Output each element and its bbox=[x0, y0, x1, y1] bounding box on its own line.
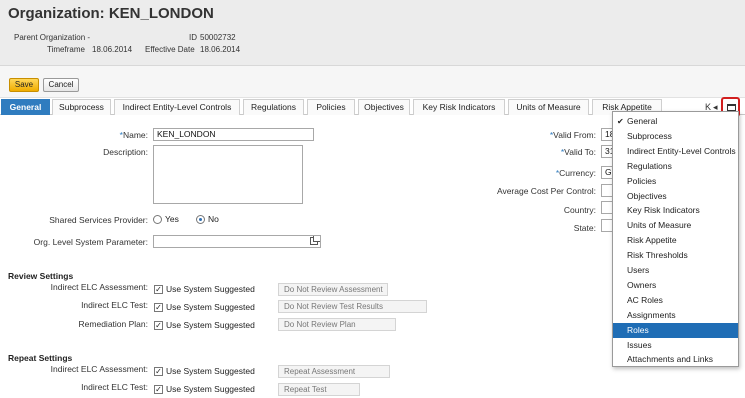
tab-policies[interactable]: Policies bbox=[307, 99, 355, 115]
tab-overflow-icon bbox=[727, 104, 736, 111]
menu-item-label: Users bbox=[627, 265, 650, 275]
remediation-plan-label: Remediation Plan: bbox=[78, 319, 148, 329]
tab-general[interactable]: General bbox=[1, 99, 50, 115]
check-icon: ✔ bbox=[617, 117, 624, 126]
menu-item-label: AC Roles bbox=[627, 294, 663, 305]
effective-date-value: 18.06.2014 bbox=[200, 45, 241, 54]
use-system-suggested-label: Use System Suggested bbox=[166, 284, 255, 294]
repeat-elc-assessment-value: Repeat Assessment bbox=[278, 365, 390, 378]
name-input[interactable]: KEN_LONDON bbox=[153, 128, 314, 141]
use-system-suggested-label: Use System Suggested bbox=[166, 320, 255, 330]
menu-item-label: Assignments bbox=[627, 309, 676, 320]
menu-item-label: Issues bbox=[627, 339, 652, 350]
menu-item-objectives[interactable]: Objectives bbox=[613, 189, 738, 204]
valid-to-label: *Valid To: bbox=[560, 147, 596, 157]
toolbar bbox=[0, 66, 745, 98]
org-level-input[interactable] bbox=[153, 235, 321, 248]
menu-item-policies[interactable]: Policies bbox=[613, 174, 738, 189]
menu-item-assignments[interactable]: Assignments bbox=[613, 308, 738, 323]
menu-item-risk-appetite[interactable]: Risk Appetite bbox=[613, 233, 738, 248]
tab-indirect-entity-level-controls[interactable]: Indirect Entity-Level Controls bbox=[114, 99, 240, 115]
effective-date-label: Effective Date bbox=[145, 45, 195, 54]
name-label: *Name: bbox=[119, 130, 148, 140]
tab-key-risk-indicators[interactable]: Key Risk Indicators bbox=[413, 99, 505, 115]
review-settings-title: Review Settings bbox=[8, 271, 74, 281]
tab-regulations[interactable]: Regulations bbox=[243, 99, 304, 115]
repeat-settings-title: Repeat Settings bbox=[8, 353, 73, 363]
use-system-suggested-label: Use System Suggested bbox=[166, 384, 255, 394]
currency-label: *Currency: bbox=[555, 168, 596, 178]
repeat-elc-assessment-checkbox[interactable]: ✓ bbox=[154, 367, 163, 376]
repeat-elc-assessment-label: Indirect ELC Assessment: bbox=[50, 364, 148, 374]
shared-services-no-radio[interactable] bbox=[196, 215, 205, 224]
no-label: No bbox=[208, 214, 219, 224]
shared-services-yes-radio[interactable] bbox=[153, 215, 162, 224]
yes-label: Yes bbox=[165, 214, 179, 224]
tab-objectives[interactable]: Objectives bbox=[358, 99, 410, 115]
menu-item-subprocess[interactable]: Subprocess bbox=[613, 129, 738, 144]
menu-item-units-of-measure[interactable]: Units of Measure bbox=[613, 218, 738, 233]
menu-item-label: Risk Thresholds bbox=[627, 250, 688, 261]
cancel-button[interactable]: Cancel bbox=[43, 78, 79, 92]
timeframe-label: Timeframe bbox=[47, 45, 85, 54]
description-label: Description: bbox=[103, 147, 148, 157]
id-label: ID bbox=[189, 33, 197, 42]
menu-item-attachments-and-links[interactable]: Attachments and Links bbox=[613, 352, 738, 367]
avg-cost-label: Average Cost Per Control: bbox=[496, 186, 596, 196]
menu-item-general[interactable]: ✔ General bbox=[613, 114, 738, 129]
tab-units-of-measure[interactable]: Units of Measure bbox=[508, 99, 589, 115]
menu-item-label: General bbox=[627, 116, 658, 126]
description-textarea[interactable] bbox=[153, 145, 303, 204]
review-elc-test-value: Do Not Review Test Results bbox=[278, 300, 427, 313]
menu-item-label: Indirect Entity-Level Controls bbox=[627, 145, 736, 156]
review-elc-test-checkbox[interactable]: ✓ bbox=[154, 303, 163, 312]
tab-subprocess[interactable]: Subprocess bbox=[52, 99, 111, 115]
menu-item-label: Roles bbox=[627, 324, 649, 335]
review-elc-assessment-label: Indirect ELC Assessment: bbox=[50, 282, 148, 292]
tab-overflow-menu: ✔ General Subprocess Indirect Entity-Level … bbox=[612, 111, 739, 367]
repeat-elc-test-value: Repeat Test bbox=[278, 383, 360, 396]
menu-item-roles[interactable]: Roles bbox=[613, 322, 738, 338]
menu-item-label: Attachments and Links bbox=[627, 354, 713, 365]
use-system-suggested-label: Use System Suggested bbox=[166, 302, 255, 312]
country-label: Country: bbox=[563, 205, 596, 215]
repeat-elc-test-checkbox[interactable]: ✓ bbox=[154, 385, 163, 394]
review-elc-assessment-value: Do Not Review Assessment bbox=[278, 283, 388, 296]
state-label: State: bbox=[573, 223, 596, 233]
timeframe-value: 18.06.2014 bbox=[92, 45, 133, 54]
menu-item-regulations[interactable]: Regulations bbox=[613, 159, 738, 174]
org-level-label: Org. Level System Parameter: bbox=[33, 237, 148, 247]
menu-item-issues[interactable]: Issues bbox=[613, 338, 738, 353]
menu-item-users[interactable]: Users bbox=[613, 263, 738, 278]
menu-item-indirect-entity-level-controls[interactable]: Indirect Entity-Level Controls bbox=[613, 144, 738, 159]
review-elc-test-label: Indirect ELC Test: bbox=[81, 300, 148, 310]
review-elc-assessment-checkbox[interactable]: ✓ bbox=[154, 285, 163, 294]
menu-item-owners[interactable]: Owners bbox=[613, 278, 738, 293]
remediation-plan-checkbox[interactable]: ✓ bbox=[154, 321, 163, 330]
menu-item-label: Policies bbox=[627, 175, 657, 186]
repeat-elc-test-label: Indirect ELC Test: bbox=[81, 382, 148, 392]
use-system-suggested-label: Use System Suggested bbox=[166, 366, 255, 376]
menu-item-label: Key Risk Indicators bbox=[627, 205, 700, 216]
menu-item-label: Regulations bbox=[627, 160, 672, 171]
menu-item-label: Subprocess bbox=[627, 130, 672, 141]
value-help-icon[interactable] bbox=[310, 236, 320, 245]
valid-from-label: *Valid From: bbox=[549, 130, 596, 140]
page-title: Organization: KEN_LONDON bbox=[8, 5, 214, 22]
menu-item-label: Risk Appetite bbox=[627, 235, 677, 246]
remediation-plan-value: Do Not Review Plan bbox=[278, 318, 396, 331]
menu-item-ac-roles[interactable]: AC Roles bbox=[613, 293, 738, 308]
parent-org-label: Parent Organization - bbox=[14, 33, 91, 42]
menu-item-key-risk-indicators[interactable]: Key Risk Indicators bbox=[613, 203, 738, 218]
menu-item-label: Owners bbox=[627, 279, 657, 290]
menu-item-risk-thresholds[interactable]: Risk Thresholds bbox=[613, 248, 738, 263]
id-value: 50002732 bbox=[200, 33, 236, 42]
save-button[interactable]: Save bbox=[9, 78, 39, 92]
object-header: Organization: KEN_LONDON Parent Organiza… bbox=[0, 0, 745, 66]
menu-item-label: Objectives bbox=[627, 190, 667, 201]
menu-item-label: Units of Measure bbox=[627, 220, 692, 231]
shared-services-label: Shared Services Provider: bbox=[49, 215, 148, 225]
